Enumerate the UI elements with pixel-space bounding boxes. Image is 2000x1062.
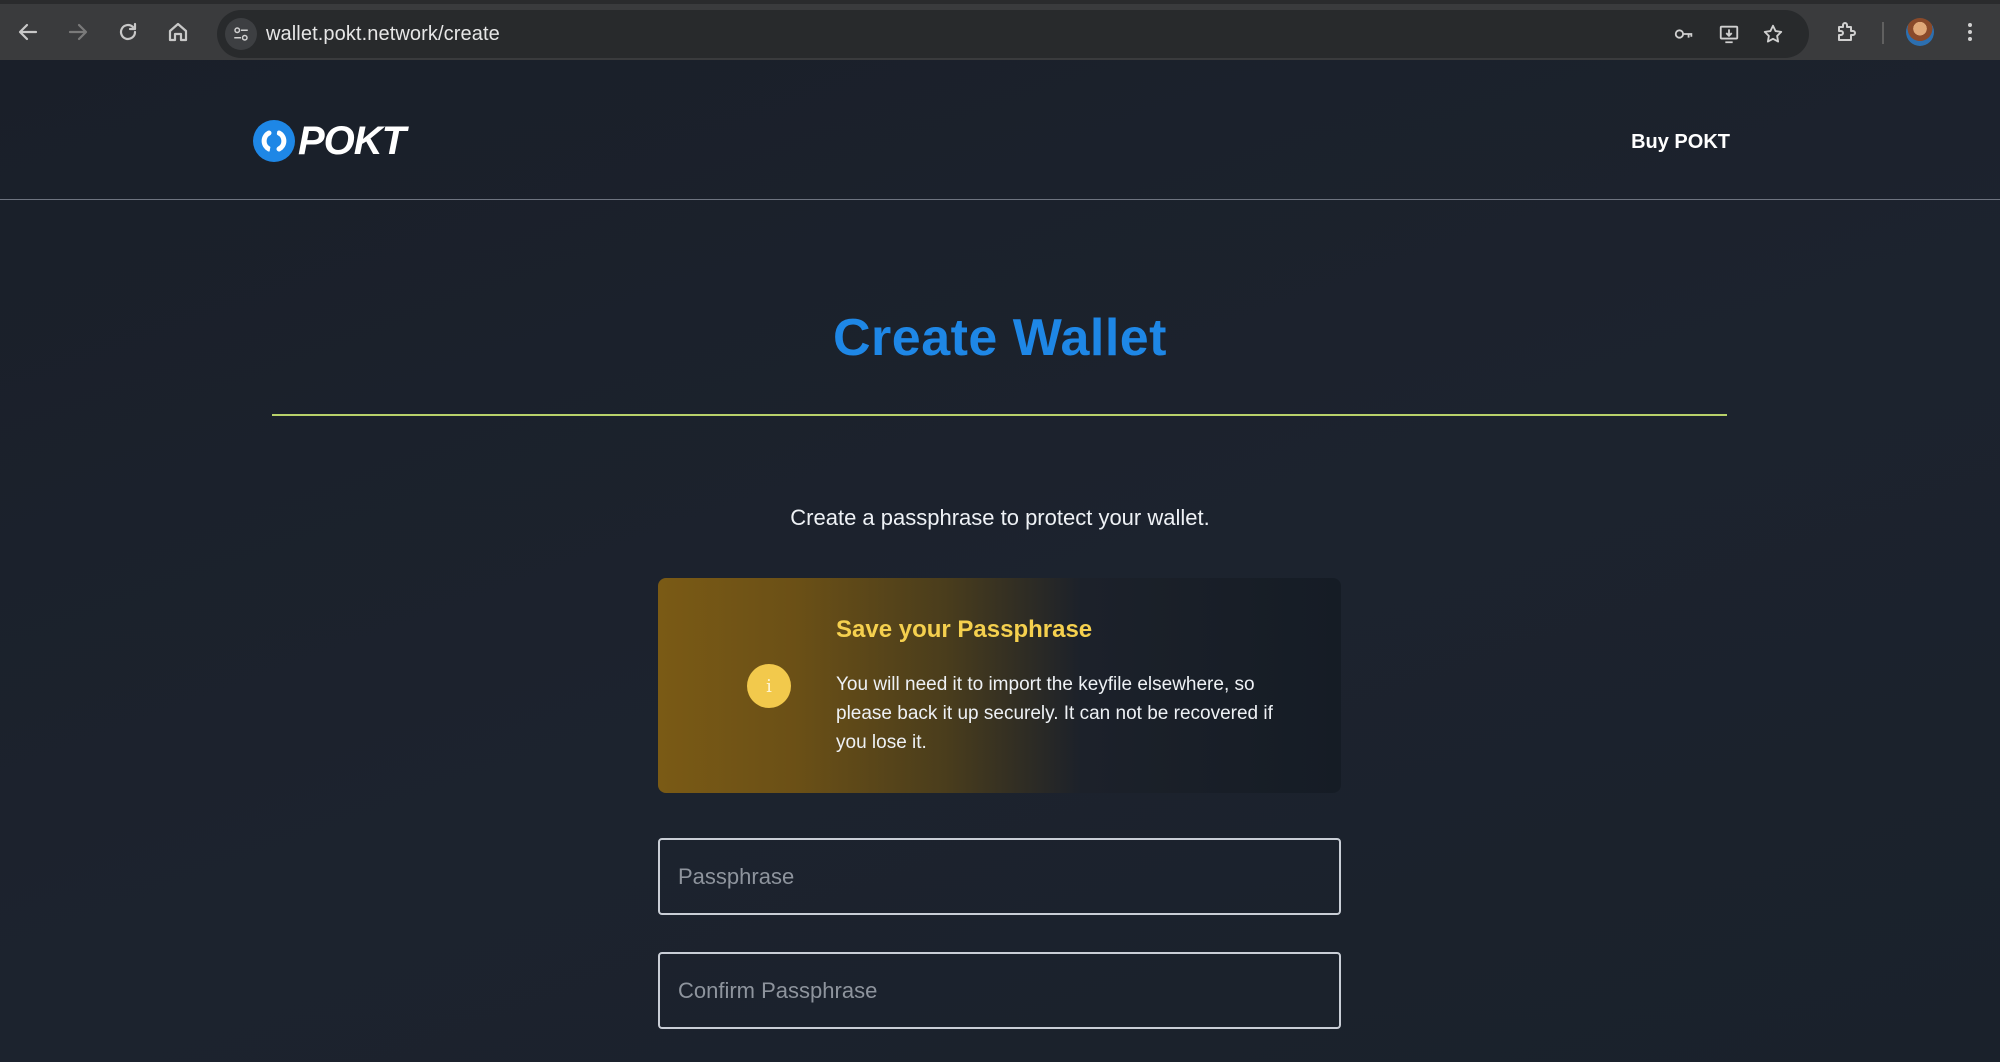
pokt-logo-icon	[253, 120, 295, 162]
url-text[interactable]: wallet.pokt.network/create	[266, 23, 500, 46]
home-button[interactable]	[158, 12, 198, 52]
page-title: Create Wallet	[832, 309, 1167, 367]
bookmark-star-button[interactable]	[1759, 20, 1787, 48]
warning-title: Save your Passphrase	[836, 616, 1093, 643]
back-button[interactable]	[8, 12, 48, 52]
page: POKT Buy POKT Create Wallet Create a pas…	[0, 60, 2000, 1062]
install-app-button[interactable]	[1715, 20, 1743, 48]
pokt-logo[interactable]: POKT	[252, 118, 406, 163]
confirm-passphrase-input[interactable]	[658, 952, 1341, 1029]
logo-text: POKT	[298, 118, 406, 163]
site-header: POKT Buy POKT	[0, 60, 2000, 200]
key-icon	[1674, 29, 1693, 39]
install-icon	[1719, 25, 1739, 44]
puzzle-icon	[1838, 22, 1856, 41]
passphrase-warning-card: i Save your Passphrase You will need it …	[658, 578, 1341, 793]
warning-body: You will need it to import the keyfile e…	[836, 674, 1273, 753]
profile-avatar[interactable]	[1906, 18, 1934, 46]
star-icon	[1763, 24, 1783, 43]
title-divider	[272, 414, 1727, 416]
site-info-button[interactable]	[225, 18, 257, 50]
forward-arrow-icon	[68, 23, 88, 41]
page-subtitle: Create a passphrase to protect your wall…	[790, 505, 1210, 530]
reload-button[interactable]	[108, 12, 148, 52]
toolbar-separator	[1882, 22, 1884, 44]
back-arrow-icon	[18, 23, 38, 41]
info-icon: i	[747, 664, 791, 708]
home-icon	[168, 22, 188, 42]
menu-button[interactable]	[1954, 16, 1986, 48]
reload-icon	[119, 22, 137, 41]
tune-icon	[234, 27, 248, 41]
forward-button[interactable]	[58, 12, 98, 52]
extensions-button[interactable]	[1830, 16, 1862, 48]
passphrase-input[interactable]	[658, 838, 1341, 915]
more-vert-icon	[1968, 23, 1972, 41]
address-bar[interactable]: wallet.pokt.network/create	[217, 10, 1809, 58]
buy-pokt-link[interactable]: Buy POKT	[1631, 131, 1730, 154]
password-key-button[interactable]	[1670, 20, 1698, 48]
browser-toolbar: wallet.pokt.network/create	[0, 0, 2000, 60]
